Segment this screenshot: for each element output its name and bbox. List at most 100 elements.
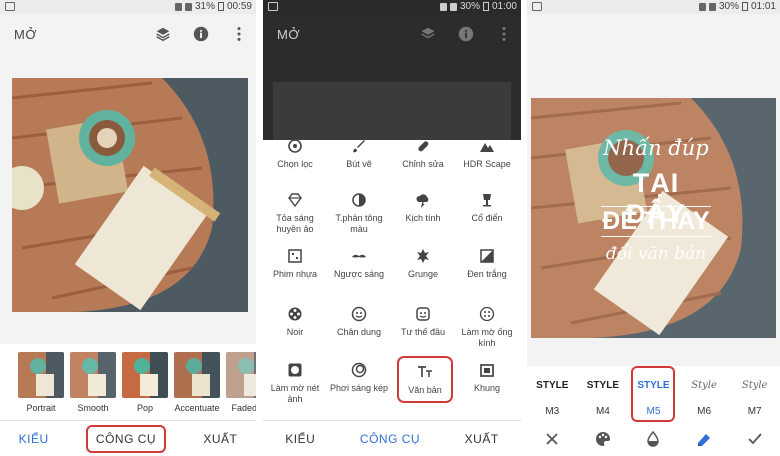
clock: 01:01 [750,1,776,12]
style-option[interactable]: Style M6 [682,372,726,422]
open-button[interactable]: MỞ [277,27,300,42]
tool-item[interactable]: Tư thế đầu [391,306,455,338]
tool-item[interactable]: Ngược sáng [327,248,391,280]
tab-export[interactable]: XUẤT [203,432,237,446]
style-option[interactable]: STYLE M3 [530,372,574,422]
tool-item[interactable]: Văn bản [397,356,453,403]
close-icon[interactable] [544,431,560,447]
battery-icon [217,2,224,11]
contrast-icon [351,192,367,208]
mute-icon [698,2,706,11]
tool-item[interactable]: Grunge [391,248,455,280]
preset-thumbnail [174,352,220,398]
tool-item[interactable]: Phơi sáng kép [327,362,391,394]
double-exposure-icon [351,362,367,378]
status-bar: 30% 01:00 [263,0,521,14]
check-icon[interactable] [747,431,763,447]
preset-thumbnail [18,352,64,398]
screenshot-collage: 31% 00:59 MỞ Portrait Smooth Pop Accentu… [0,0,780,456]
tab-styles[interactable]: KIỂU [285,432,315,446]
tool-label: Khung [473,383,501,393]
battery-percent: 30% [459,1,480,12]
bw-icon [479,248,495,264]
layers-icon[interactable] [419,25,437,43]
mountain-icon [479,138,495,154]
dimmed-background: MỞ [263,14,521,140]
tool-item[interactable]: Kịch tính [391,192,455,224]
tool-item[interactable]: T.phản tông màu [327,192,391,235]
tool-label: Ngược sáng [334,269,384,279]
tools-grid: Chọn lọc Bút vẽ Chỉnh sửa HDR Scape Tỏa … [263,138,521,420]
more-menu-icon[interactable] [495,25,513,43]
app-bar: MỞ [0,14,256,54]
style-preview: STYLE [586,379,619,391]
layers-icon[interactable] [154,25,172,43]
text-style-strip: STYLE M3 STYLE M4 STYLE M5 Style M6 Styl… [527,366,780,422]
coffee-photo [12,78,248,312]
tool-item[interactable]: Cổ điển [455,192,519,224]
style-icon[interactable] [696,431,712,447]
app-bar: MỞ [263,14,521,54]
open-button[interactable]: MỞ [14,27,37,42]
panel-text-editor: 30% 01:01 Nhấn đúp TẠI ĐÂY ĐỂ THAY đổi v… [527,0,780,456]
tool-item[interactable]: Chân dung [327,306,391,338]
tool-item[interactable]: Bút vẽ [327,138,391,170]
opacity-icon[interactable] [645,430,661,447]
tool-item[interactable]: Tỏa sáng huyền ảo [263,192,327,235]
preset-label: Pop [136,403,153,413]
film-icon [287,248,303,264]
dimmed-photo [273,82,511,140]
brush-icon [351,138,367,154]
tool-label: Phơi sáng kép [330,383,388,393]
style-option-selected[interactable]: STYLE M5 [631,366,676,422]
lamp-icon [479,192,495,208]
preset-item[interactable]: Faded G [226,352,256,420]
preset-item[interactable]: Pop [122,352,168,420]
palette-icon[interactable] [595,431,611,447]
tool-item[interactable]: Chọn lọc [263,138,327,170]
tool-item[interactable]: Đen trắng [455,248,519,280]
tab-tools[interactable]: CÔNG CỤ [85,424,167,453]
photo-canvas[interactable]: Nhấn đúp TẠI ĐÂY ĐỂ THAY đổi văn bản [527,14,780,366]
style-preview: Style [691,379,717,391]
tool-label: Chọn lọc [277,159,313,169]
overlay-text-line[interactable]: Nhấn đúp [601,136,711,160]
editor-toolbar [527,422,780,456]
preset-item[interactable]: Portrait [18,352,64,420]
tool-item[interactable]: Phim nhựa [263,248,327,280]
tab-export[interactable]: XUẤT [465,432,499,446]
tab-styles[interactable]: KIỂU [19,432,49,446]
lens-blur-icon [479,306,495,322]
preset-item[interactable]: Smooth [70,352,116,420]
overlay-text-line[interactable]: đổi văn bản [601,244,711,264]
tool-item[interactable]: Khung [455,362,519,394]
photo-canvas[interactable] [0,54,256,344]
status-bar: 30% 01:01 [527,0,780,14]
tool-label: Tỏa sáng huyền ảo [276,213,314,234]
mute-icon [174,2,182,11]
style-name: M5 [646,406,661,417]
style-option[interactable]: Style M7 [733,372,777,422]
info-icon[interactable] [192,25,210,43]
tool-item[interactable]: Noir [263,306,327,338]
tool-label: HDR Scape [463,159,511,169]
overlay-text-line[interactable]: ĐỂ THAY [601,206,711,237]
tab-tools[interactable]: CÔNG CỤ [360,432,420,446]
tool-item[interactable]: Làm mờ ống kính [455,306,519,349]
style-name: M7 [747,406,762,417]
tool-label: Làm mờ ống kính [461,327,513,348]
tool-item[interactable]: Chỉnh sửa [391,138,455,170]
clock: 01:00 [491,1,517,12]
more-menu-icon[interactable] [230,25,248,43]
tool-label: Kịch tính [405,213,441,223]
tool-item[interactable]: Làm mờ nét ảnh [263,362,327,405]
coffee-photo: Nhấn đúp TẠI ĐÂY ĐỂ THAY đổi văn bản [531,98,776,338]
tool-item[interactable]: HDR Scape [455,138,519,170]
style-preview: Style [741,379,768,391]
cloud-icon [415,192,431,208]
style-option[interactable]: STYLE M4 [581,372,625,422]
info-icon[interactable] [457,25,475,43]
preset-item[interactable]: Accentuate [174,352,220,420]
tool-label: Bút vẽ [346,159,372,169]
gallery-notification-icon [532,2,542,11]
